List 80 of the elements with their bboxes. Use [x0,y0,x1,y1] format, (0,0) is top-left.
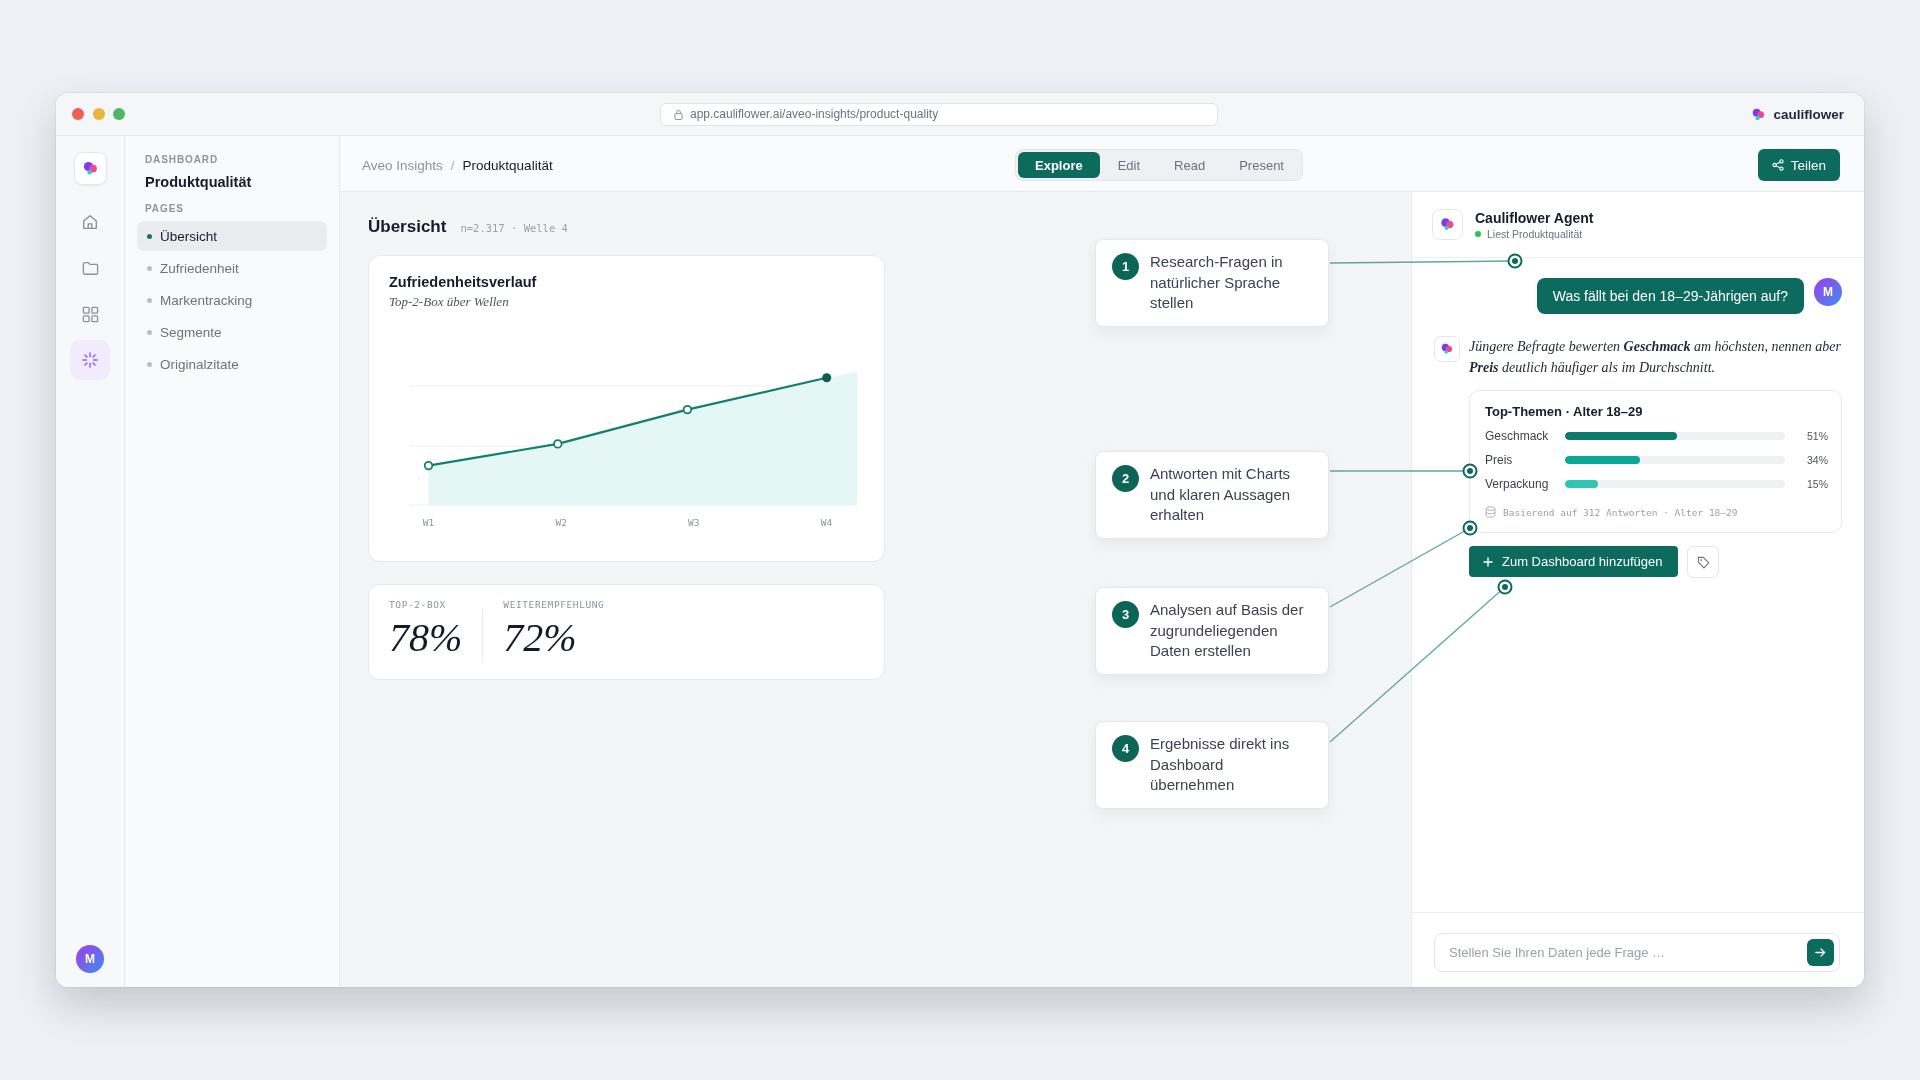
mode-tab[interactable]: Present [1223,152,1300,178]
user-message: Was fällt bei den 18–29-Jährigen auf? [1536,278,1804,314]
page-nav-item[interactable]: Markentracking [137,285,327,315]
dashboard-title: Produktqualität [144,174,253,190]
lock-icon [674,108,683,120]
step-number: 4 [1112,735,1139,762]
section-title: Übersicht [368,217,447,237]
zoom-window-button[interactable] [113,108,125,120]
app-logo-icon[interactable] [73,152,107,185]
section-label: DASHBOARD [144,153,220,165]
send-button[interactable] [1807,939,1834,966]
bar-value: 34% [1806,454,1828,466]
arrow-right-icon [1815,947,1826,958]
mode-tab[interactable]: Edit [1101,152,1157,178]
bar-label: Verpackung [1485,477,1550,491]
breadcrumb-link[interactable]: Produktqualität [462,157,553,173]
sparkle-nav-button[interactable] [70,340,110,380]
tag-icon [1696,555,1710,569]
axis-label: W2 [555,517,567,528]
breadcrumb-separator: / [450,157,455,173]
axis-label: W4 [820,517,833,528]
page-nav-item[interactable]: Originalzitate [137,349,327,379]
mode-tab[interactable]: Read [1158,152,1222,178]
page-nav-item[interactable]: Übersicht [137,221,327,251]
callout-text: Ergebnisse direkt ins Dashboard übernehmen [1150,734,1291,795]
agent-logo-icon [1432,209,1463,240]
step-number: 1 [1112,253,1139,280]
bar-value: 51% [1806,430,1828,442]
kpi-label: WEITEREMPFEHLUNG [503,599,605,610]
agent-logo-icon [1434,336,1460,362]
agent-name: Cauliflower Agent [1475,209,1594,226]
agent-message: Jüngere Befragte bewerten Geschmack am höchsten, nennen aber Preis deutlich häufiger als im Durchschnitt. [1469,338,1842,377]
callout-text: Research-Fragen in natürlicher Sprache stellen [1150,252,1284,313]
footnote-text: Basierend auf 312 Antworten · Alter 18–29 [1503,506,1738,518]
step-number: 2 [1112,465,1139,492]
database-icon [1485,506,1496,518]
chat-input[interactable]: Stellen Sie Ihren Daten jede Frage … [1434,933,1840,972]
bullet-dot-icon [147,297,152,303]
sample-info: n=2.317 · Welle 4 [460,222,568,234]
axis-label: W3 [688,517,700,528]
bullet-dot-icon [147,265,152,271]
mode-tab[interactable]: Explore [1018,152,1100,178]
step-number: 3 [1112,601,1139,628]
share-icon [1771,159,1784,171]
axis-label: W1 [422,517,435,528]
kpi-label: TOP-2-BOX [389,599,447,610]
home-icon [81,213,99,231]
callout-text: Antworten mit Charts und klaren Aussagen erhalten [1150,464,1292,525]
bar-value: 15% [1806,478,1828,490]
group-label: PAGES [144,203,185,214]
brand-name: cauliflower [1773,106,1844,122]
bar-label: Preis [1485,453,1514,467]
chart-title: Zufriedenheitsverlauf [389,274,538,290]
chart-subtitle: Top-2-Box über Wellen [389,294,510,310]
folder-icon [80,260,100,276]
page-nav-item[interactable]: Segmente [137,317,327,347]
kpi-value: 72% [503,616,578,660]
share-button[interactable]: Teilen [1757,149,1840,181]
bullet-dot-icon [147,329,152,335]
bullet-dot-icon [147,233,152,239]
page-nav-item[interactable]: Zufriedenheit [137,253,327,283]
grid-icon [81,305,99,323]
kpi-value: 78% [389,616,463,660]
sparkle-icon [82,352,98,368]
minimize-window-button[interactable] [92,108,105,120]
result-title: Top-Themen · Alter 18–29 [1485,404,1644,419]
logo-icon [1752,107,1766,121]
bullet-dot-icon [147,361,152,367]
close-window-button[interactable] [72,108,84,120]
breadcrumb-link[interactable]: Aveo Insights [362,157,443,173]
user-avatar[interactable]: M [76,945,104,973]
tag-button[interactable] [1687,546,1720,578]
callout-text: Analysen auf Basis der zugrundeliegenden Daten erstellen [1150,600,1305,661]
status-text: Liest Produktqualität [1487,227,1583,240]
address-bar[interactable]: app.cauliflower.ai/aveo-insights/product-quality [660,102,1218,126]
user-avatar: M [1814,278,1842,306]
status-dot-icon [1475,230,1481,237]
bar-label: Geschmack [1485,429,1550,443]
add-to-dashboard-button[interactable]: Zum Dashboard hinzufügen [1469,546,1679,577]
plus-icon [1483,556,1493,567]
